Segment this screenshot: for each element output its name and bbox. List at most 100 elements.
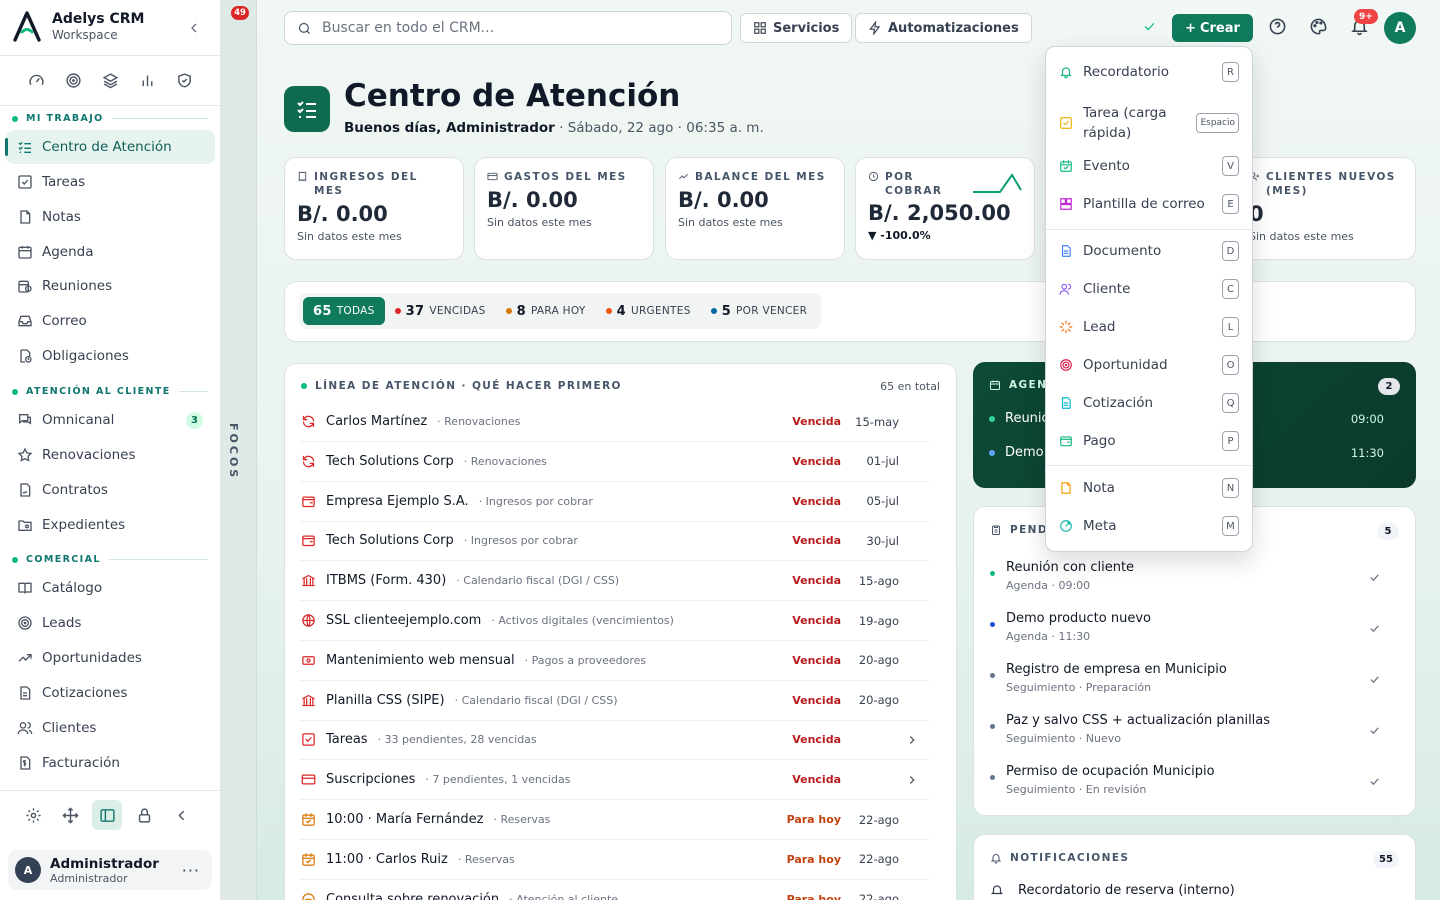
chevron-left-icon[interactable] [186, 20, 202, 36]
status-badge: Vencida [792, 693, 841, 707]
kpi-clientes-nuevos[interactable]: CLIENTES NUEVOS (MES) 0 Sin datos este m… [1236, 157, 1416, 260]
attention-row[interactable]: ITBMS (Form. 430) · Calendario fiscal (DG… [299, 561, 929, 602]
more-options-icon[interactable]: ··· [182, 861, 200, 880]
palette-icon[interactable] [1309, 17, 1328, 36]
filter-por-vencer[interactable]: 5 POR VENCER [701, 297, 818, 325]
create-menu-item[interactable]: Cotización Q [1047, 384, 1251, 422]
pending-item[interactable]: Registro de empresa en Municipio Seguimie… [990, 662, 1401, 702]
pending-title: Permiso de ocupación Municipio [1006, 764, 1215, 779]
check-icon[interactable] [1363, 668, 1385, 690]
create-menu-item[interactable]: Nota N [1047, 469, 1251, 507]
kpi-por-cobrar[interactable]: POR COBRAR B/. 2,050.00 ▼ -100.0% [855, 157, 1035, 260]
sidebar-item-obligaciones[interactable]: Obligaciones [6, 339, 215, 373]
calendar-check-icon [302, 813, 315, 826]
check-icon[interactable] [1363, 566, 1385, 588]
sidebar-item-catalogo[interactable]: Catálogo [6, 571, 215, 605]
attention-row[interactable]: Consulta sobre renovación · Atención al c… [299, 880, 929, 900]
attention-row[interactable]: 10:00 · María Fernández · Reservas Para ho… [299, 800, 929, 840]
panel-layout-icon[interactable] [92, 800, 122, 830]
notification-item[interactable]: Recordatorio de reserva (interno) [990, 883, 1235, 898]
filter-group: 65 TODAS 37 VENCIDAS 8 PARA HOY 4 URGENTES 5… [299, 293, 822, 329]
attention-row[interactable]: Planilla CSS (SIPE) · Calendario fiscal (… [299, 681, 929, 721]
create-menu-item[interactable]: Plantilla de correo E [1047, 185, 1251, 223]
sidebar-item-notas[interactable]: Notas [6, 200, 215, 234]
create-menu-item[interactable]: Recordatorio R [1047, 53, 1251, 91]
layers-icon[interactable] [102, 70, 120, 90]
pending-item[interactable]: Permiso de ocupación Municipio Seguimient… [990, 764, 1401, 804]
user-card[interactable]: A Administrador Administrador ··· [8, 850, 212, 890]
sidebar-item-oportunidades[interactable]: Oportunidades [6, 641, 215, 675]
chevron-left-icon[interactable] [166, 800, 196, 830]
focos-panel[interactable]: 49 FOCOS [221, 0, 257, 900]
kpi-balance[interactable]: BALANCE DEL MES B/. 0.00 Sin datos este … [665, 157, 845, 260]
sidebar-item-correo[interactable]: Correo [6, 304, 215, 338]
pending-item[interactable]: Reunión con cliente Agenda · 09:00 [990, 560, 1401, 600]
create-menu-item[interactable]: Pago P [1047, 422, 1251, 460]
help-icon[interactable] [1268, 17, 1287, 36]
search-box[interactable] [284, 11, 732, 45]
attention-row[interactable]: Tech Solutions Corp · Renovaciones Vencida… [299, 442, 929, 482]
search-input[interactable] [322, 20, 702, 36]
filter-urgentes[interactable]: 4 URGENTES [596, 297, 701, 325]
user-avatar[interactable]: A [1384, 12, 1416, 44]
sidebar-item-tareas[interactable]: Tareas [6, 165, 215, 199]
sidebar-item-expedientes[interactable]: Expedientes [6, 508, 215, 542]
sidebar-item-reuniones[interactable]: Reuniones [6, 269, 215, 303]
attention-row[interactable]: Empresa Ejemplo S.A. · Ingresos por cobra… [299, 482, 929, 522]
sidebar-item-facturacion[interactable]: Facturación [6, 746, 215, 780]
sidebar-item-leads[interactable]: Leads [6, 606, 215, 640]
row-category: · Reservas [493, 813, 551, 826]
sidebar-item-clientes[interactable]: Clientes [6, 711, 215, 745]
chevron-right-icon[interactable] [905, 773, 919, 787]
kpi-ingresos[interactable]: INGRESOS DEL MES B/. 0.00 Sin datos este… [284, 157, 464, 260]
menu-item-label: Lead [1083, 319, 1116, 335]
create-menu-item[interactable]: Tarea (carga rápida) Espacio [1047, 99, 1251, 147]
attention-row[interactable]: Carlos Martínez · Renovaciones Vencida 15-m… [299, 402, 929, 442]
attention-row[interactable]: Tareas · 33 pendientes, 28 vencidas Vencid… [299, 720, 929, 761]
pending-item[interactable]: Paz y salvo CSS + actualización planilla… [990, 713, 1401, 753]
services-button[interactable]: Servicios [740, 13, 853, 43]
sidebar-item-omnicanal[interactable]: Omnicanal 3 [6, 403, 215, 437]
brand[interactable]: Adelys CRM Workspace [12, 10, 144, 42]
shortcut-key: D [1222, 241, 1239, 261]
sidebar-item-cotizaciones[interactable]: Cotizaciones [6, 676, 215, 710]
automations-button[interactable]: Automatizaciones [855, 13, 1032, 43]
filter-para-hoy[interactable]: 8 PARA HOY [496, 297, 596, 325]
create-menu-item[interactable]: Documento D [1047, 232, 1251, 270]
kpi-gastos[interactable]: GASTOS DEL MES B/. 0.00 Sin datos este m… [474, 157, 654, 260]
sidebar-item-contratos[interactable]: Contratos [6, 473, 215, 507]
attention-row[interactable]: 11:00 · Carlos Ruiz · Reservas Para hoy 22-… [299, 840, 929, 880]
attention-row[interactable]: Tech Solutions Corp · Ingresos por cobrar… [299, 521, 929, 562]
bar-chart-icon[interactable] [139, 70, 157, 90]
move-icon[interactable] [55, 800, 85, 830]
lock-icon[interactable] [129, 800, 159, 830]
attention-row[interactable]: SSL clienteejemplo.com · Activos digitale… [299, 601, 929, 641]
create-button[interactable]: + Crear [1172, 14, 1253, 42]
check-icon[interactable] [1363, 770, 1385, 792]
shortcut-key: P [1222, 431, 1239, 451]
create-menu-item[interactable]: Meta M [1047, 507, 1251, 545]
sidebar-item-centro-de-atencion[interactable]: Centro de Atención [5, 130, 215, 164]
gauge-icon[interactable] [28, 70, 46, 90]
row-date: 19-ago [858, 613, 899, 628]
create-menu-item[interactable]: Oportunidad O [1047, 346, 1251, 384]
check-icon[interactable] [1363, 617, 1385, 639]
sidebar-item-agenda[interactable]: Agenda [6, 235, 215, 269]
sidebar-item-renovaciones[interactable]: Renovaciones [6, 438, 215, 472]
pending-item[interactable]: Demo producto nuevo Agenda · 11:30 [990, 611, 1401, 651]
target-icon[interactable] [65, 70, 83, 90]
chevron-right-icon[interactable] [905, 733, 919, 747]
filter-todas[interactable]: 65 TODAS [303, 297, 385, 325]
create-menu-item[interactable]: Lead L [1047, 308, 1251, 346]
check-icon[interactable] [1363, 719, 1385, 741]
user-name: Administrador [50, 855, 159, 872]
shield-check-icon[interactable] [176, 70, 194, 90]
create-menu-item[interactable]: Cliente C [1047, 270, 1251, 308]
attention-row[interactable]: Mantenimiento web mensual · Pagos a prove… [299, 641, 929, 681]
main-content: Servicios Automatizaciones +Crear 9+ A C… [257, 0, 1440, 900]
create-menu-item[interactable]: Evento V [1047, 147, 1251, 185]
gear-icon[interactable] [18, 800, 48, 830]
filter-vencidas[interactable]: 37 VENCIDAS [385, 297, 496, 325]
obligation-icon [20, 349, 32, 363]
attention-row[interactable]: Suscripciones · 7 pendientes, 1 vencidas V… [299, 760, 929, 801]
